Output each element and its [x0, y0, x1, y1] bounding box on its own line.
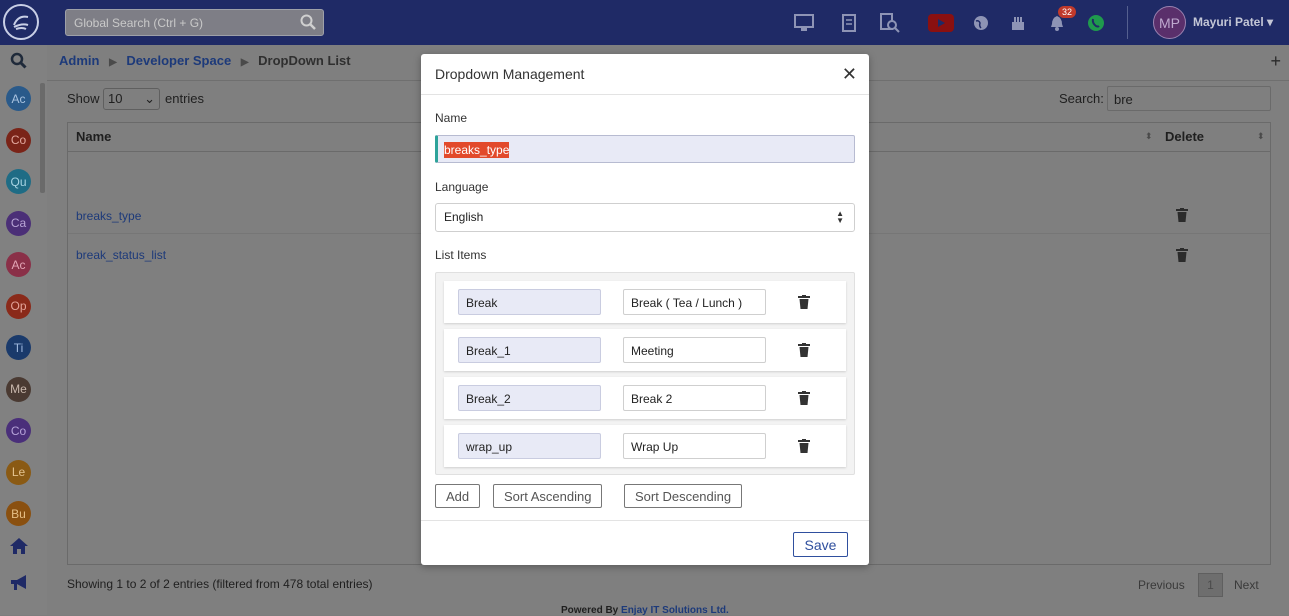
modal-title: Dropdown Management [435, 66, 585, 82]
sort-descending-button[interactable]: Sort Descending [624, 484, 743, 508]
notification-badge: 32 [1058, 6, 1077, 18]
modal-header-divider [421, 94, 869, 95]
document-icon[interactable] [839, 13, 859, 33]
chevron-down-icon: ▾ [1267, 15, 1274, 29]
table-row-name-link[interactable]: breaks_type [76, 209, 141, 223]
cake-icon[interactable] [1008, 13, 1028, 33]
powered-by: Powered By Enjay IT Solutions Ltd. [561, 605, 729, 616]
top-navbar: Global Search (Ctrl + G) 32 MP Mayuri Pa… [0, 0, 1289, 45]
user-name: Mayuri Patel [1193, 15, 1264, 29]
breadcrumb-admin[interactable]: Admin [59, 53, 99, 68]
delete-row-icon[interactable] [1176, 248, 1188, 262]
close-icon[interactable]: ✕ [842, 64, 857, 85]
app-logo-icon[interactable] [3, 4, 39, 40]
sidebar-item[interactable]: Bu [6, 501, 31, 526]
sidebar-item[interactable]: Ti [6, 335, 31, 360]
sidebar-item[interactable]: Me [6, 376, 31, 402]
breadcrumb-developer-space[interactable]: Developer Space [126, 53, 231, 68]
whatsapp-icon[interactable] [1086, 13, 1106, 33]
page-size-value: 10 [108, 91, 123, 106]
sidebar-item[interactable]: Le [6, 459, 31, 485]
list-item-value-input[interactable]: Meeting [623, 337, 766, 363]
topbar-divider [1127, 6, 1128, 39]
sidebar-item[interactable]: Op [6, 293, 31, 319]
user-avatar[interactable]: MP [1153, 6, 1186, 39]
pagination-next[interactable]: Next [1234, 578, 1259, 592]
list-item-value-input[interactable]: Break ( Tea / Lunch ) [623, 289, 766, 315]
sidebar-item[interactable]: Ac [6, 86, 31, 111]
powered-by-company[interactable]: Enjay IT Solutions Ltd. [621, 605, 729, 616]
document-search-icon[interactable] [880, 13, 900, 33]
list-item-value-input[interactable]: Wrap Up [623, 433, 766, 459]
globe-icon[interactable] [971, 13, 991, 33]
language-label: Language [435, 180, 489, 194]
table-search-input[interactable]: bre [1107, 86, 1271, 111]
search-icon[interactable] [299, 13, 317, 31]
sidebar: Ac Co Qu Ca Ac Op Ti Me Co Le Bu [0, 45, 47, 615]
home-icon[interactable] [9, 537, 29, 555]
table-row-name-link[interactable]: break_status_list [76, 248, 166, 262]
add-icon[interactable]: + [1270, 51, 1281, 72]
powered-by-label: Powered By [561, 605, 619, 616]
entries-label: entries [165, 91, 205, 106]
user-menu[interactable]: Mayuri Patel ▾ [1193, 15, 1273, 29]
name-input[interactable]: breaks_type [435, 135, 855, 163]
list-item: wrap_up Wrap Up [444, 425, 846, 467]
list-items-container: Break Break ( Tea / Lunch ) Break_1 Meet… [435, 272, 855, 475]
list-item-key-input[interactable]: Break_1 [458, 337, 601, 363]
delete-item-icon[interactable] [798, 439, 810, 453]
sidebar-item[interactable]: Ca [6, 210, 31, 236]
show-label: Show [67, 91, 100, 106]
list-item-key-input[interactable]: wrap_up [458, 433, 601, 459]
column-header-name[interactable]: Name [76, 129, 111, 144]
pagination-previous[interactable]: Previous [1138, 578, 1185, 592]
delete-item-icon[interactable] [798, 343, 810, 357]
breadcrumb-separator-icon: ▶ [240, 57, 249, 68]
breadcrumb-current: DropDown List [258, 53, 351, 68]
add-item-button[interactable]: Add [435, 484, 481, 508]
language-select-value: English [444, 210, 484, 224]
list-item-key-input[interactable]: Break [458, 289, 601, 315]
sidebar-scrollbar[interactable] [40, 83, 45, 193]
list-item: Break_1 Meeting [444, 329, 846, 371]
desktop-icon[interactable] [794, 13, 814, 33]
sidebar-item[interactable]: Co [6, 127, 31, 153]
table-info: Showing 1 to 2 of 2 entries (filtered fr… [67, 577, 373, 591]
list-item: Break_2 Break 2 [444, 377, 846, 419]
list-item-key-input[interactable]: Break_2 [458, 385, 601, 411]
megaphone-icon[interactable] [9, 574, 29, 592]
table-search-label: Search: [1059, 91, 1104, 106]
column-header-delete[interactable]: Delete [1165, 129, 1204, 144]
sort-ascending-button[interactable]: Sort Ascending [493, 484, 603, 508]
sidebar-item[interactable]: Co [6, 418, 31, 443]
name-input-value: breaks_type [444, 142, 510, 158]
name-label: Name [435, 111, 468, 125]
list-item: Break Break ( Tea / Lunch ) [444, 281, 846, 323]
sort-icon[interactable]: ⬍ [1257, 131, 1265, 142]
pagination-page[interactable]: 1 [1198, 573, 1223, 597]
sidebar-search-icon[interactable] [10, 52, 27, 69]
breadcrumb-separator-icon: ▶ [109, 57, 117, 68]
delete-row-icon[interactable] [1176, 208, 1188, 222]
chevron-down-icon: ⌄ [144, 91, 155, 106]
modal-footer-divider [421, 520, 869, 521]
breadcrumb: Admin ▶ Developer Space ▶ DropDown List [59, 53, 357, 68]
language-select[interactable]: English ▲ ▼ [435, 203, 855, 232]
save-button[interactable]: Save [793, 532, 848, 557]
global-search-placeholder: Global Search (Ctrl + G) [74, 16, 204, 30]
global-search-input[interactable]: Global Search (Ctrl + G) [65, 9, 324, 36]
youtube-icon[interactable] [928, 13, 954, 33]
list-item-value-input[interactable]: Break 2 [623, 385, 766, 411]
select-arrows-icon: ▲ ▼ [836, 209, 844, 225]
delete-item-icon[interactable] [798, 391, 810, 405]
sidebar-item[interactable]: Qu [6, 169, 31, 194]
sidebar-item[interactable]: Ac [6, 252, 31, 277]
delete-item-icon[interactable] [798, 295, 810, 309]
sort-icon[interactable]: ⬍ [1145, 131, 1153, 142]
list-items-label: List Items [435, 248, 487, 262]
dropdown-management-modal: Dropdown Management ✕ Name breaks_type L… [421, 54, 869, 565]
page-size-select[interactable]: 10 ⌄ [103, 88, 160, 110]
